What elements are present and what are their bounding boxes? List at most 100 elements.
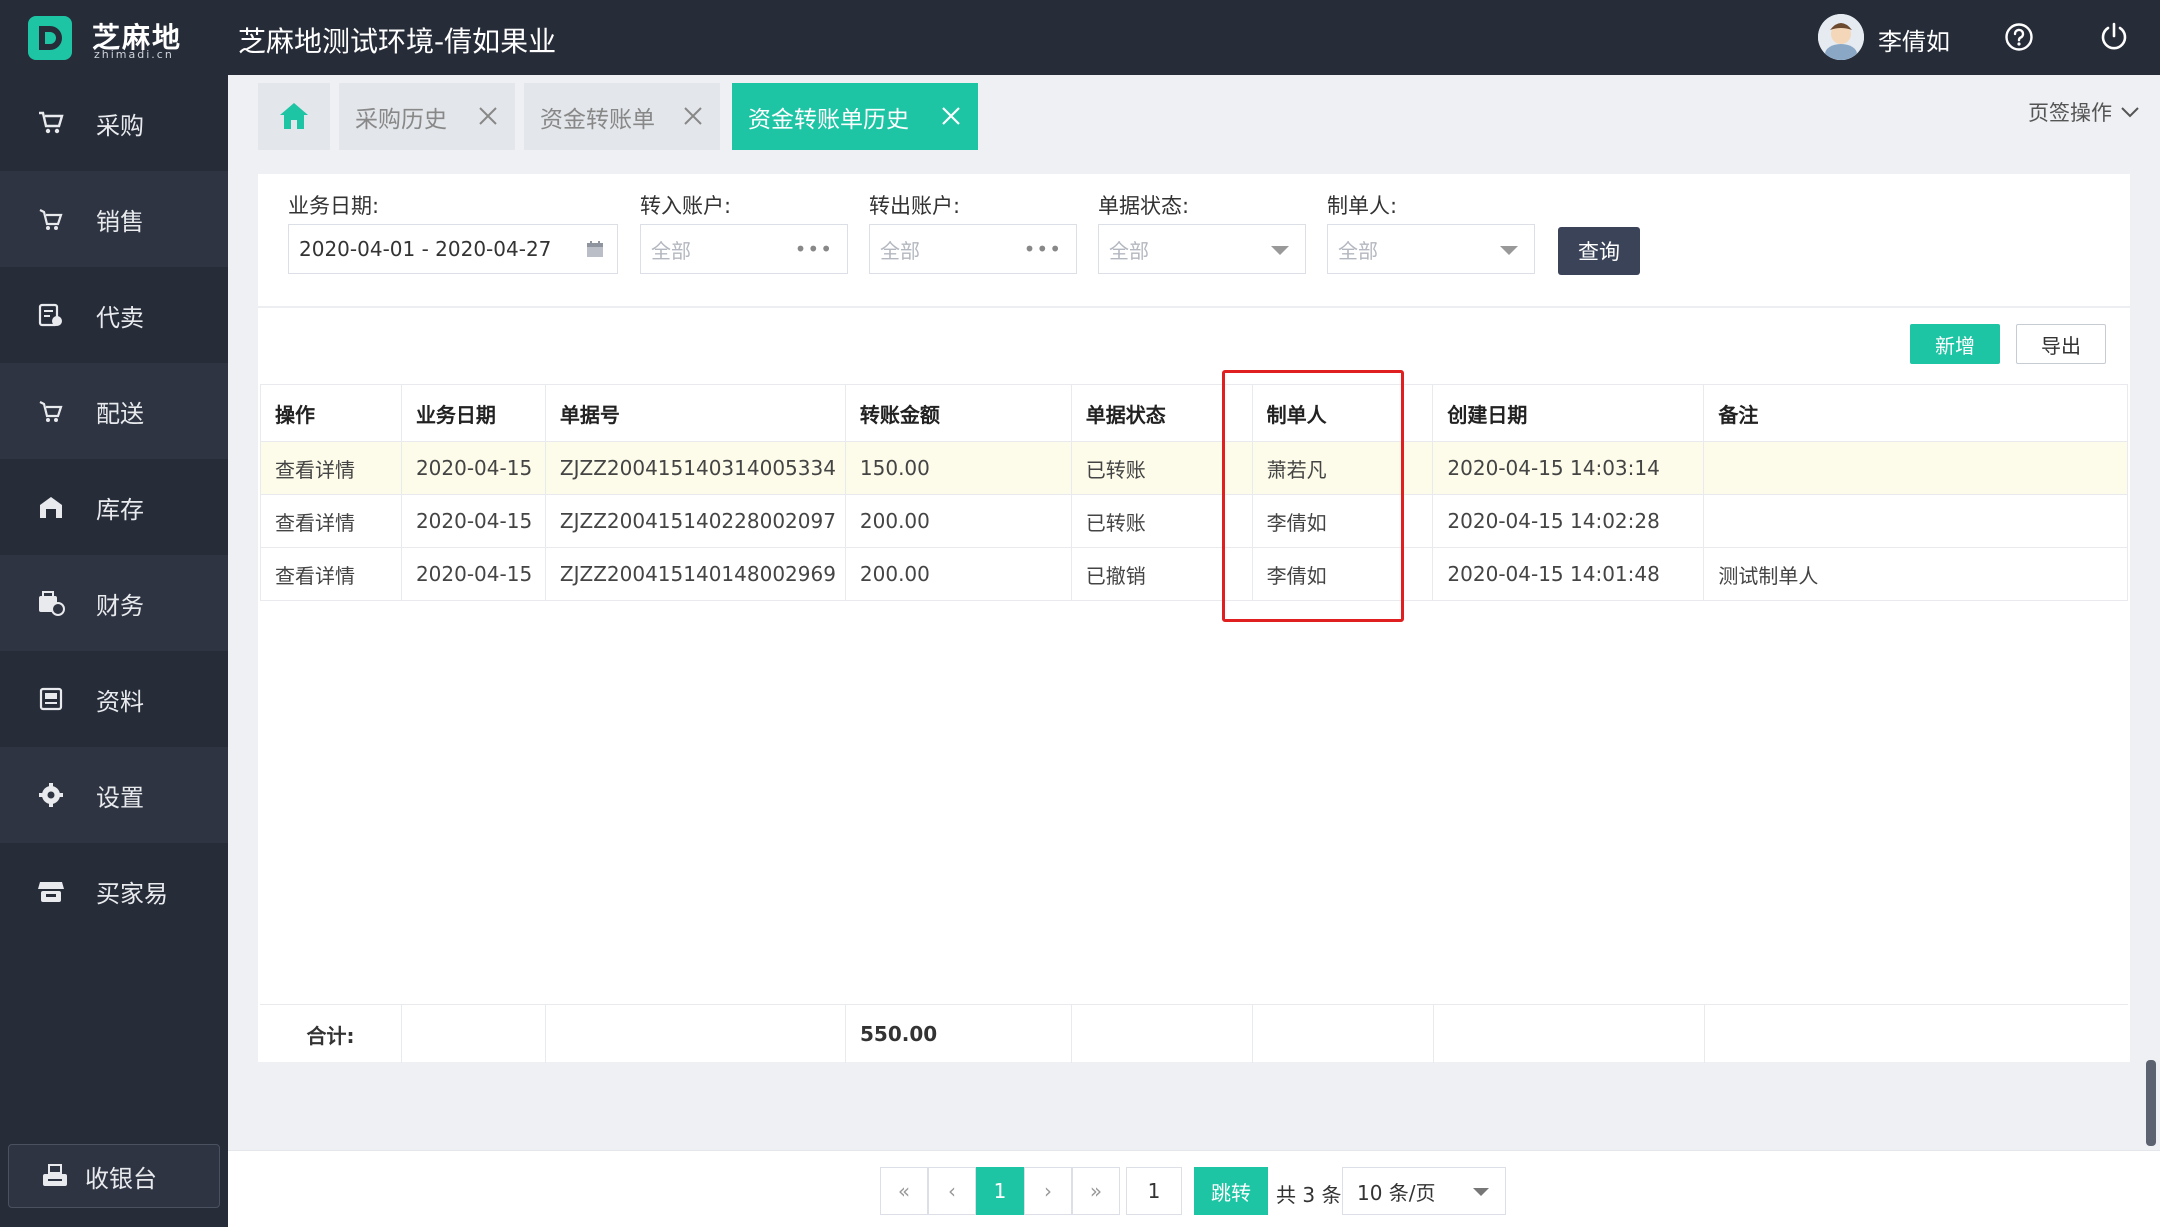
- logo-subtext: zhimadi.cn: [94, 48, 174, 61]
- creator-label: 制单人:: [1327, 194, 1398, 218]
- page-1-button[interactable]: 1: [976, 1167, 1024, 1215]
- cell-remark: [1703, 441, 2128, 495]
- tab-bar: 采购历史 资金转账单 资金转账单历史 页签操作: [228, 75, 2160, 150]
- prev-page-button[interactable]: ‹: [928, 1167, 976, 1215]
- sidebar-item-label: 配送: [96, 399, 144, 428]
- status-select[interactable]: 全部: [1098, 224, 1306, 274]
- help-icon[interactable]: [2004, 22, 2034, 52]
- cell-created: 2020-04-15 14:02:28: [1432, 494, 1705, 548]
- add-button[interactable]: 新增: [1910, 324, 2000, 364]
- tab-fund-transfer[interactable]: 资金转账单: [524, 83, 720, 150]
- sidebar-item-settings[interactable]: 设置: [0, 747, 228, 843]
- total-empty-cell: [1071, 1005, 1252, 1063]
- sidebar-item-label: 库存: [96, 495, 144, 524]
- sidebar-item-finance[interactable]: 财务: [0, 555, 228, 651]
- col-header[interactable]: 业务日期: [400, 384, 546, 442]
- close-icon[interactable]: [940, 105, 962, 127]
- power-icon[interactable]: [2098, 20, 2130, 52]
- view-detail-link[interactable]: 查看详情: [260, 441, 402, 495]
- tab-operations-label: 页签操作: [2028, 101, 2112, 125]
- more-icon[interactable]: •••: [795, 237, 833, 261]
- last-page-button[interactable]: »: [1072, 1167, 1120, 1215]
- cell-date: 2020-04-15: [400, 547, 546, 601]
- sidebar-item-delivery[interactable]: 配送: [0, 363, 228, 459]
- total-empty-cell: [1704, 1005, 2128, 1063]
- date-filter-label: 业务日期:: [288, 194, 380, 218]
- more-icon[interactable]: •••: [1024, 237, 1062, 261]
- status-label: 单据状态:: [1098, 194, 1190, 218]
- cell-doc-no: ZJZZ200415140148002969: [544, 547, 846, 601]
- col-header[interactable]: 转账金额: [844, 384, 1072, 442]
- tab-home[interactable]: [258, 83, 330, 150]
- transfer-table: 操作 业务日期 单据号 转账金额 单据状态 制单人 创建日期 备注 查看详情 2…: [260, 384, 2128, 601]
- cell-created: 2020-04-15 14:01:48: [1432, 547, 1705, 601]
- table-row[interactable]: 查看详情 2020-04-15 ZJZZ200415140314005334 1…: [260, 441, 2128, 495]
- cell-created: 2020-04-15 14:03:14: [1432, 441, 1705, 495]
- top-bar: 芝麻地 zhimadi.cn 芝麻地测试环境-倩如果业 李倩如: [0, 0, 2160, 75]
- sidebar-item-purchase[interactable]: 采购: [0, 75, 228, 171]
- page-jump-input[interactable]: 1: [1126, 1167, 1182, 1215]
- scrollbar[interactable]: [2146, 1060, 2156, 1146]
- store-icon: [36, 876, 66, 906]
- cell-amount: 200.00: [844, 547, 1072, 601]
- logo-icon: [28, 16, 72, 60]
- table-total-row: 合计: 550.00: [260, 1004, 2128, 1063]
- sidebar-item-label: 买家易: [96, 879, 168, 908]
- archive-icon: [36, 684, 66, 714]
- cart-icon: [36, 108, 66, 138]
- sidebar-item-sales[interactable]: 销售: [0, 171, 228, 267]
- jump-button[interactable]: 跳转: [1194, 1167, 1268, 1215]
- page-size-select[interactable]: 10 条/页: [1342, 1167, 1506, 1215]
- out-account-select[interactable]: 全部 •••: [869, 224, 1077, 274]
- sidebar-item-inventory[interactable]: 库存: [0, 459, 228, 555]
- gear-icon: [36, 780, 66, 810]
- cell-date: 2020-04-15: [400, 494, 546, 548]
- user-name[interactable]: 李倩如: [1878, 22, 1950, 57]
- table-row[interactable]: 查看详情 2020-04-15 ZJZZ200415140148002969 2…: [260, 547, 2128, 601]
- out-account-placeholder: 全部: [880, 238, 920, 263]
- sidebar-item-label: 销售: [96, 207, 144, 236]
- table-header-row: 操作 业务日期 单据号 转账金额 单据状态 制单人 创建日期 备注: [260, 384, 2128, 442]
- cashier-button[interactable]: 收银台: [8, 1144, 220, 1208]
- out-account-label: 转出账户:: [869, 194, 961, 218]
- calendar-icon[interactable]: [585, 239, 605, 259]
- creator-select[interactable]: 全部: [1327, 224, 1535, 274]
- tab-operations-menu[interactable]: 页签操作: [2028, 97, 2140, 127]
- col-header[interactable]: 创建日期: [1432, 384, 1705, 442]
- sidebar-item-buyer[interactable]: 买家易: [0, 843, 228, 939]
- col-header[interactable]: 单据号: [544, 384, 846, 442]
- total-empty-cell: [1433, 1005, 1704, 1063]
- sidebar-item-label: 财务: [96, 591, 144, 620]
- total-label: 合计:: [306, 1023, 355, 1048]
- view-detail-link[interactable]: 查看详情: [260, 547, 402, 601]
- in-account-select[interactable]: 全部 •••: [640, 224, 848, 274]
- col-header: 操作: [260, 384, 402, 442]
- status-placeholder: 全部: [1109, 238, 1149, 263]
- close-icon[interactable]: [682, 105, 704, 127]
- total-amount: 550.00: [845, 1005, 1071, 1063]
- page-size-value: 10 条/页: [1357, 1180, 1436, 1205]
- table-row[interactable]: 查看详情 2020-04-15 ZJZZ200415140228002097 2…: [260, 494, 2128, 548]
- chevron-down-icon: [2121, 107, 2139, 118]
- avatar[interactable]: [1818, 14, 1864, 60]
- tab-label: 资金转账单: [540, 106, 655, 133]
- tab-label: 采购历史: [355, 106, 447, 133]
- highlight-box: [1222, 370, 1404, 622]
- sale-cart-icon: [36, 204, 66, 234]
- col-header: 备注: [1703, 384, 2128, 442]
- warehouse-icon: [36, 492, 66, 522]
- chevron-down-icon: [1271, 246, 1289, 255]
- first-page-button[interactable]: «: [880, 1167, 928, 1215]
- query-button[interactable]: 查询: [1558, 227, 1640, 275]
- view-detail-link[interactable]: 查看详情: [260, 494, 402, 548]
- main-panel: 业务日期: 2020-04-01 - 2020-04-27 转入账户: 全部 •…: [258, 174, 2130, 1063]
- sidebar-item-consign[interactable]: 代卖: [0, 267, 228, 363]
- tab-purchase-history[interactable]: 采购历史: [339, 83, 515, 150]
- date-range-input[interactable]: 2020-04-01 - 2020-04-27: [288, 224, 618, 274]
- next-page-button[interactable]: ›: [1024, 1167, 1072, 1215]
- export-button[interactable]: 导出: [2016, 324, 2106, 364]
- tab-fund-transfer-history[interactable]: 资金转账单历史: [732, 83, 978, 150]
- sidebar: 采购 销售 代卖 配送 库存 财务 资料 设置 买家易 收银台: [0, 75, 228, 1227]
- sidebar-item-data[interactable]: 资料: [0, 651, 228, 747]
- close-icon[interactable]: [477, 105, 499, 127]
